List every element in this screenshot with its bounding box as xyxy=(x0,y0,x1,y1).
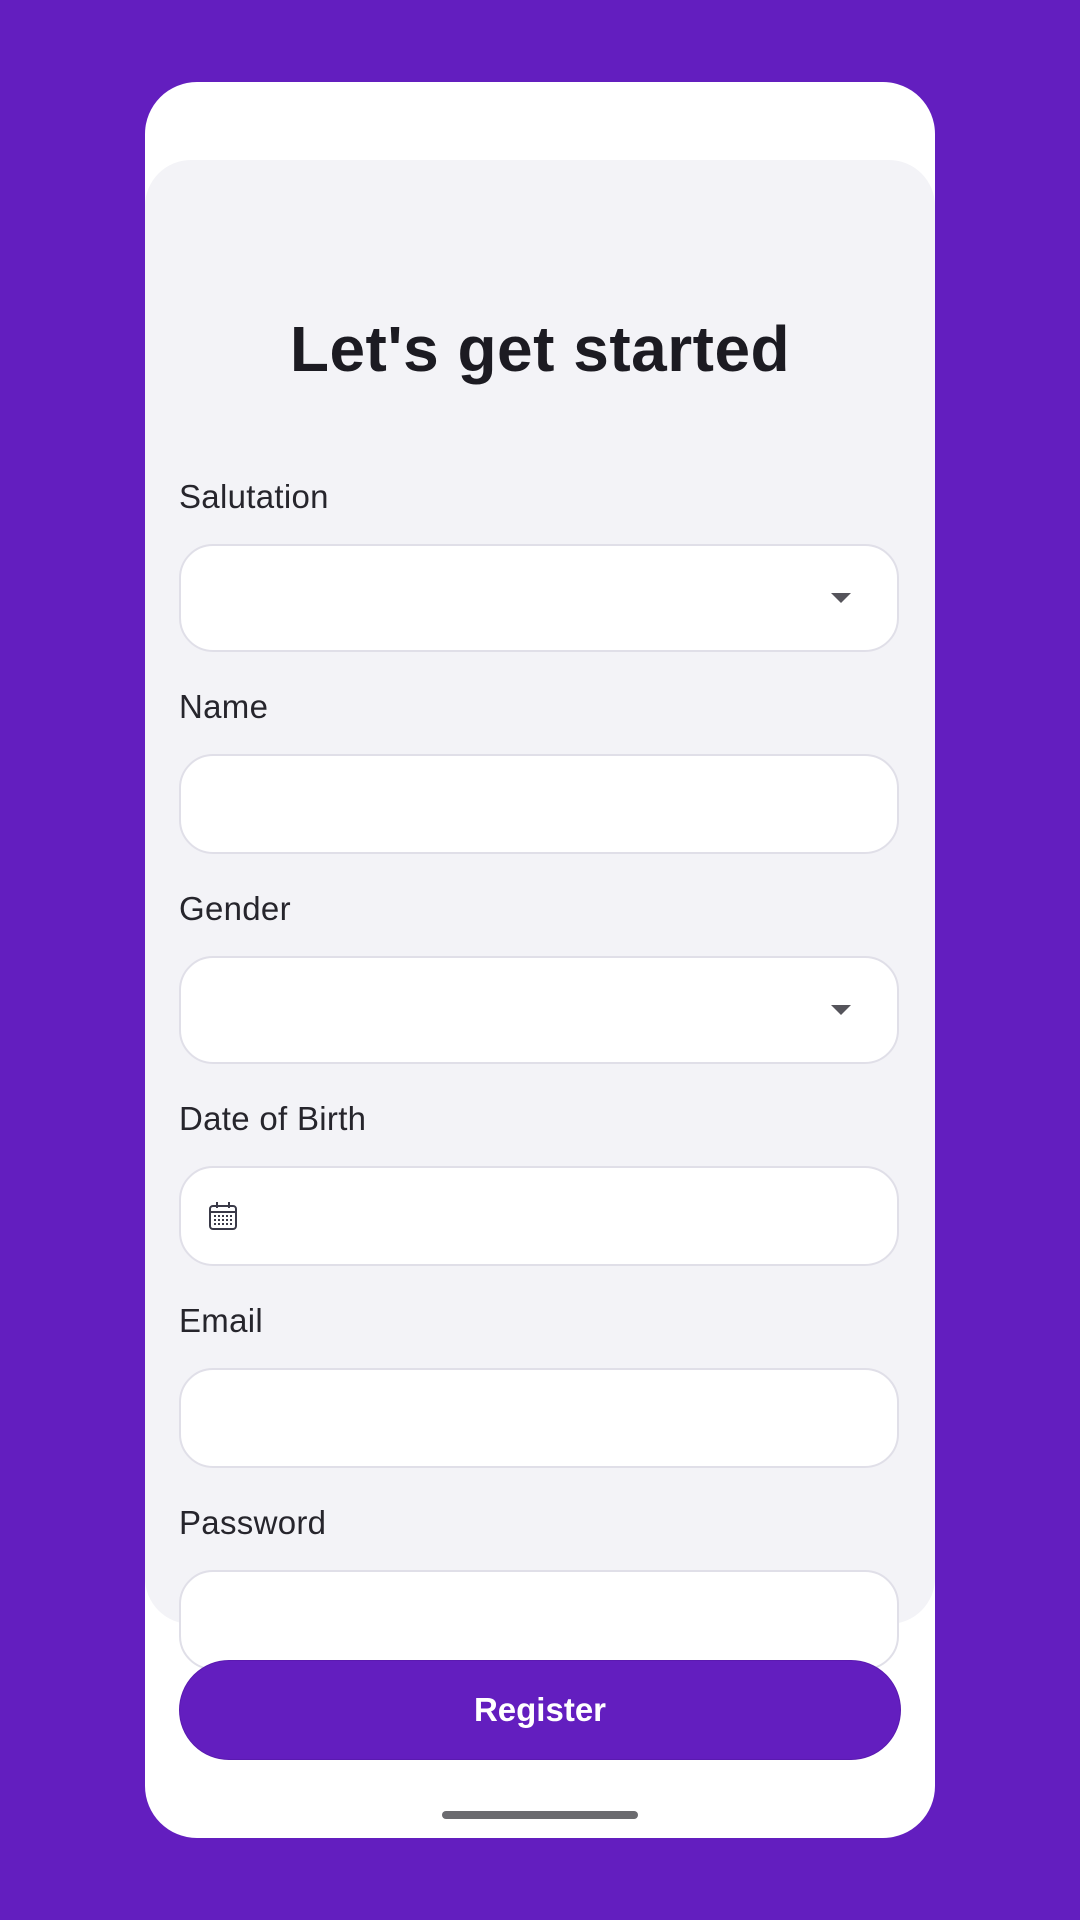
chevron-down-icon xyxy=(831,593,851,603)
password-field[interactable] xyxy=(179,1570,899,1670)
gender-label: Gender xyxy=(179,890,291,927)
salutation-dropdown[interactable] xyxy=(179,544,899,652)
email-field[interactable] xyxy=(179,1368,899,1468)
home-indicator[interactable] xyxy=(442,1811,638,1819)
date-of-birth-field[interactable] xyxy=(179,1166,899,1266)
register-button[interactable]: Register xyxy=(179,1660,901,1760)
chevron-down-icon xyxy=(831,1005,851,1015)
name-field[interactable] xyxy=(179,754,899,854)
page-title: Let's get started xyxy=(289,313,791,385)
phone-screen: Let's get started Salutation Name Gender… xyxy=(145,82,935,1838)
calendar-icon[interactable] xyxy=(207,1200,239,1232)
salutation-label: Salutation xyxy=(179,478,329,515)
email-label: Email xyxy=(179,1302,264,1339)
registration-form-card: Let's get started Salutation Name Gender… xyxy=(145,160,935,1670)
gender-dropdown[interactable] xyxy=(179,956,899,1064)
date-of-birth-label: Date of Birth xyxy=(179,1100,367,1137)
name-label: Name xyxy=(179,688,269,725)
password-label: Password xyxy=(179,1504,327,1541)
